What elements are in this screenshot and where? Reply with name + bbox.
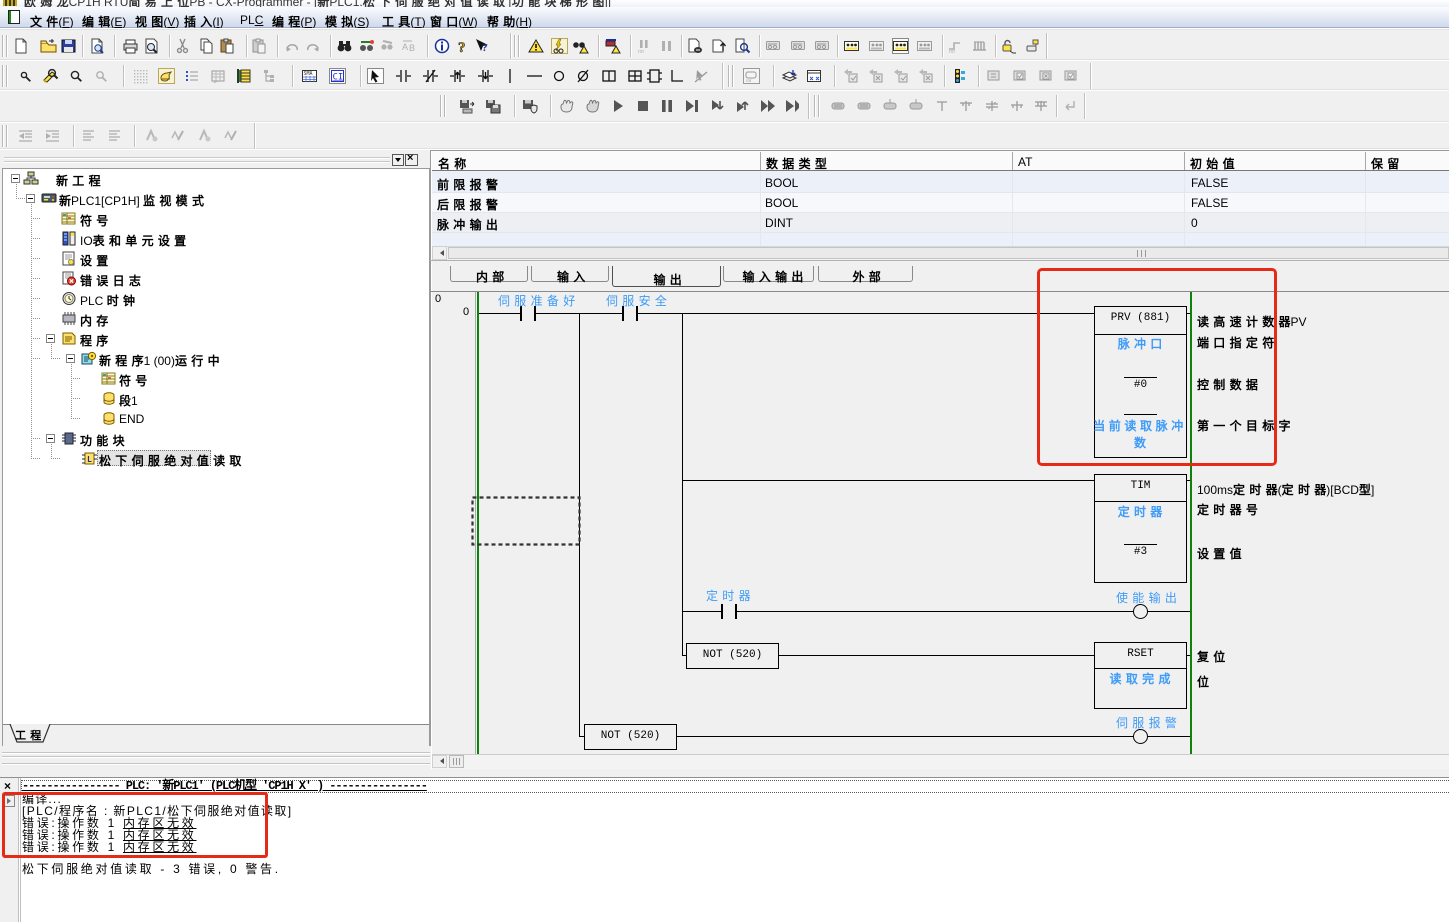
svg-text:CI: CI [332, 72, 343, 82]
svg-text:SMA: SMA [304, 71, 313, 77]
svg-text:A: A [402, 42, 408, 52]
svg-text:B: B [409, 43, 415, 53]
svg-text:ror: ror [638, 49, 644, 54]
svg-text:1F: 1F [213, 79, 218, 84]
svg-text:ror: ror [949, 49, 955, 54]
svg-text:L: L [87, 455, 92, 464]
svg-text:ror: ror [746, 78, 752, 83]
svg-text:?: ? [482, 42, 488, 54]
svg-text:?: ? [458, 40, 466, 54]
